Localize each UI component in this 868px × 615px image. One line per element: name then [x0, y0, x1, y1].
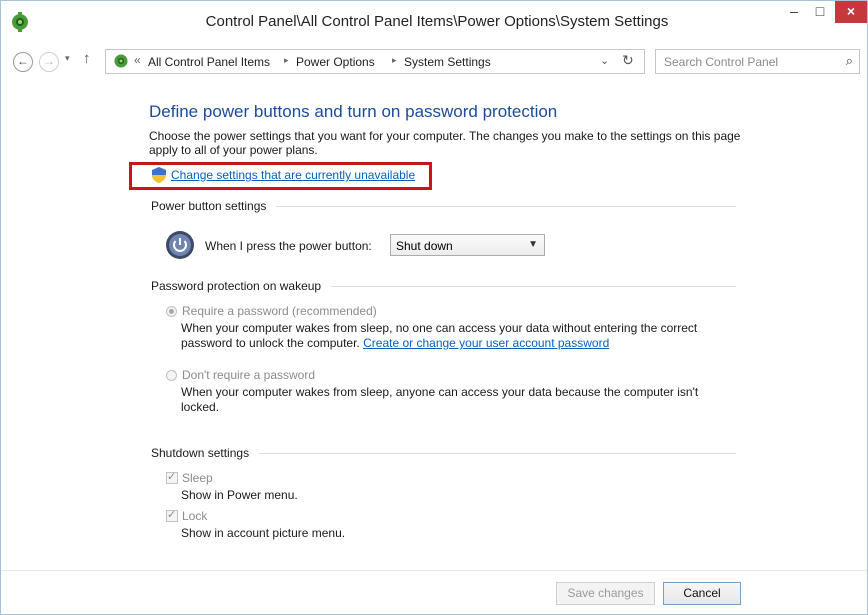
- breadcrumb-system-settings[interactable]: System Settings: [404, 55, 491, 69]
- close-button[interactable]: ×: [835, 1, 867, 23]
- section-divider: [331, 286, 736, 287]
- uac-shield-icon: [152, 167, 166, 183]
- power-button-action-select[interactable]: Shut down ▼: [390, 234, 545, 256]
- address-dropdown-icon[interactable]: ⌄: [600, 54, 609, 67]
- navigation-bar: ← → ▾ ↑ « All Control Panel Items ▸ Powe…: [1, 45, 867, 77]
- power-icon: [166, 231, 194, 259]
- breadcrumb-separator-icon[interactable]: ▸: [284, 55, 289, 66]
- back-button[interactable]: ←: [13, 52, 33, 72]
- require-password-label[interactable]: Require a password (recommended): [182, 304, 377, 318]
- checkmark-icon: ✓: [167, 509, 177, 521]
- search-placeholder: Search Control Panel: [664, 55, 779, 69]
- up-arrow-icon[interactable]: ↑: [83, 50, 91, 67]
- page-title: Define power buttons and turn on passwor…: [149, 102, 558, 121]
- address-bar[interactable]: « All Control Panel Items ▸ Power Option…: [105, 49, 645, 74]
- no-password-radio[interactable]: [166, 370, 177, 381]
- shutdown-section-label: Shutdown settings: [151, 446, 250, 460]
- window-title: Control Panel\All Control Panel Items\Po…: [205, 13, 669, 30]
- refresh-icon[interactable]: ↻: [622, 52, 634, 69]
- search-icon[interactable]: ⌕: [846, 53, 853, 69]
- intro-text: Choose the power settings that you want …: [149, 129, 741, 157]
- breadcrumb-separator-icon[interactable]: ▸: [392, 55, 397, 66]
- require-password-description: When your computer wakes from sleep, no …: [181, 321, 726, 351]
- sleep-description: Show in Power menu.: [181, 488, 298, 502]
- footer-divider: [1, 570, 867, 571]
- title-bar: Control Panel\All Control Panel Items\Po…: [1, 1, 867, 45]
- chevron-down-icon: ▼: [528, 239, 538, 250]
- section-divider: [259, 453, 736, 454]
- control-panel-window: Control Panel\All Control Panel Items\Po…: [0, 0, 868, 615]
- breadcrumb-power-options[interactable]: Power Options: [296, 55, 375, 69]
- save-changes-button[interactable]: Save changes: [556, 582, 655, 605]
- breadcrumb-all-items[interactable]: All Control Panel Items: [148, 55, 270, 69]
- lock-checkbox[interactable]: ✓: [166, 509, 178, 522]
- forward-button[interactable]: →: [39, 52, 59, 72]
- power-button-action-value: Shut down: [396, 239, 453, 253]
- recent-locations-chevron-icon[interactable]: ▾: [65, 53, 70, 64]
- no-password-label[interactable]: Don't require a password: [182, 368, 315, 382]
- change-settings-link[interactable]: Change settings that are currently unava…: [171, 168, 415, 182]
- no-password-description: When your computer wakes from sleep, any…: [181, 385, 699, 414]
- checkmark-icon: ✓: [167, 471, 177, 483]
- maximize-button[interactable]: □: [807, 1, 833, 23]
- section-divider: [276, 206, 736, 207]
- power-button-section-label: Power button settings: [151, 199, 267, 213]
- search-input[interactable]: Search Control Panel ⌕: [655, 49, 860, 74]
- create-password-link[interactable]: Create or change your user account passw…: [363, 336, 609, 350]
- lock-label[interactable]: Lock: [182, 509, 207, 523]
- control-panel-icon: [114, 54, 128, 68]
- minimize-button[interactable]: –: [781, 1, 807, 23]
- password-section-label: Password protection on wakeup: [151, 279, 322, 293]
- breadcrumb-overflow-icon[interactable]: «: [134, 53, 141, 67]
- require-password-radio[interactable]: [166, 306, 177, 317]
- sleep-label[interactable]: Sleep: [182, 471, 213, 485]
- sleep-checkbox[interactable]: ✓: [166, 471, 178, 484]
- power-button-label: When I press the power button:: [205, 239, 372, 253]
- cancel-button[interactable]: Cancel: [663, 582, 741, 605]
- lock-description: Show in account picture menu.: [181, 526, 346, 540]
